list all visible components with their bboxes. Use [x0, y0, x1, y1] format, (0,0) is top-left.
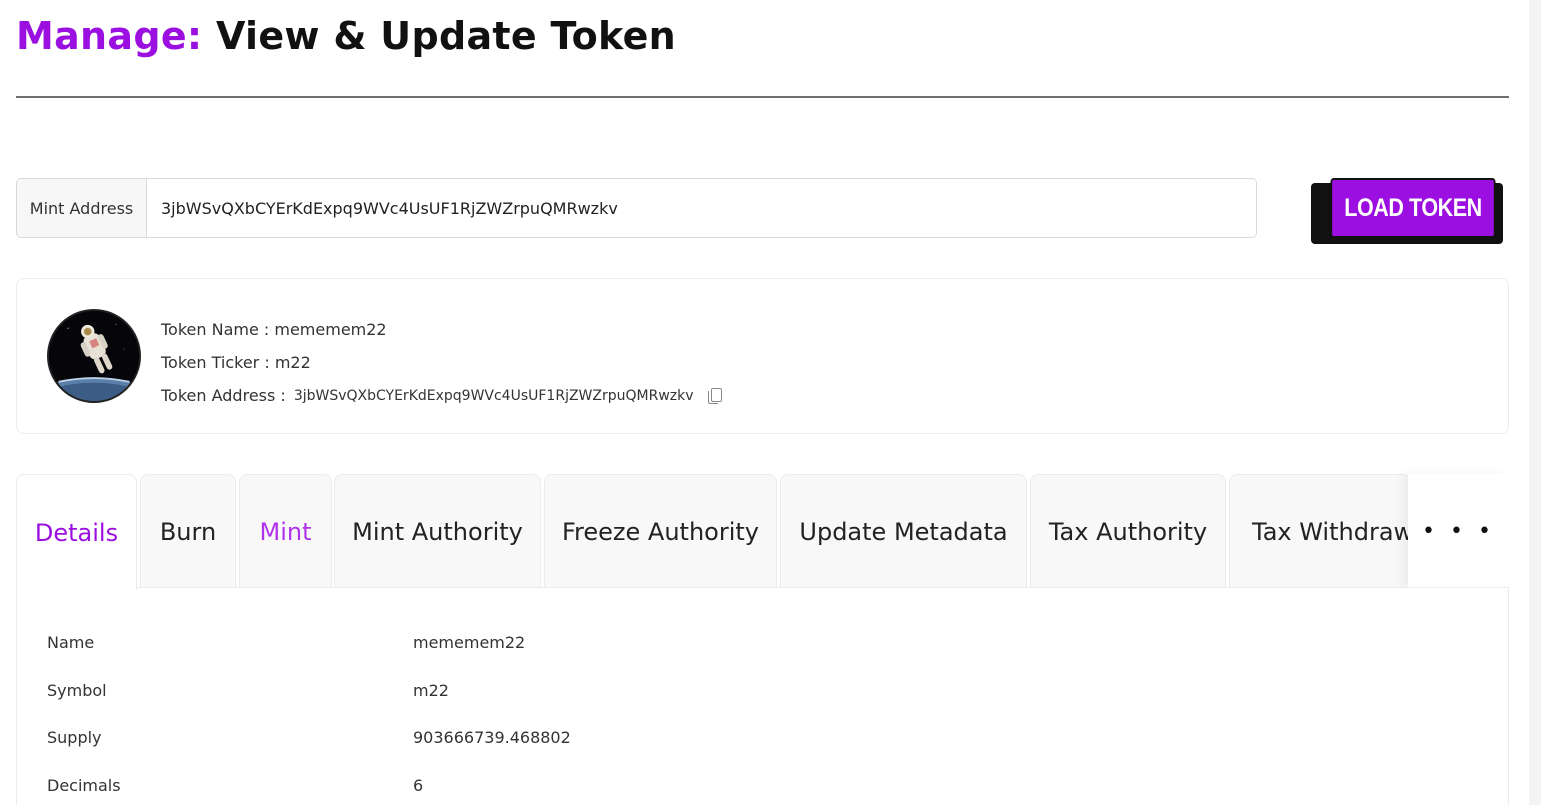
page-title-text: View & Update Token	[215, 14, 677, 58]
token-info: Token Name : mememem22 Token Ticker : m2…	[161, 313, 722, 412]
detail-key: Decimals	[47, 775, 121, 795]
detail-value: 6	[413, 775, 424, 795]
token-ticker-row: Token Ticker : m22	[161, 353, 311, 372]
tab-tax-authority[interactable]: Tax Authority	[1030, 474, 1226, 588]
detail-row-name: Name mememem22	[47, 630, 525, 654]
token-address-label: Token Address :	[161, 386, 286, 405]
tab-mint-authority[interactable]: Mint Authority	[334, 474, 541, 588]
detail-value: 903666739.468802	[413, 727, 571, 747]
mint-address-input[interactable]	[147, 179, 1256, 237]
page-scrollbar[interactable]	[1529, 0, 1541, 805]
mint-address-group: Mint Address	[16, 178, 1257, 238]
avatar-illustration	[49, 311, 139, 401]
token-name-row: Token Name : mememem22	[161, 320, 387, 339]
title-divider	[16, 96, 1509, 98]
detail-row-decimals: Decimals 6	[47, 773, 423, 797]
token-address-value: 3jbWSvQXbCYErKdExpq9WVc4UsUF1RjZWZrpuQMR…	[293, 387, 694, 404]
tab-tax-withdraw[interactable]: Tax Withdraw	[1229, 474, 1411, 588]
more-tabs-icon[interactable]: • • •	[1408, 474, 1509, 588]
load-token-button-wrap: LOAD TOKEN	[1311, 178, 1509, 244]
detail-row-symbol: Symbol m22	[47, 678, 449, 702]
tab-burn[interactable]: Burn	[140, 474, 236, 588]
page-title: Manage: View & Update Token	[16, 14, 676, 58]
detail-row-supply: Supply 903666739.468802	[47, 725, 571, 749]
detail-key: Supply	[47, 727, 102, 747]
detail-key: Name	[47, 632, 95, 652]
detail-value: mememem22	[413, 632, 526, 652]
details-panel: Name mememem22 Symbol m22 Supply 9036667…	[16, 587, 1509, 805]
mint-address-label: Mint Address	[17, 179, 147, 237]
tab-update-metadata[interactable]: Update Metadata	[780, 474, 1027, 588]
astronaut-image	[47, 309, 141, 403]
tab-freeze-authority[interactable]: Freeze Authority	[544, 474, 777, 588]
copy-icon[interactable]	[707, 388, 722, 404]
tab-mint[interactable]: Mint	[239, 474, 332, 588]
token-address-row: Token Address : 3jbWSvQXbCYErKdExpq9WVc4…	[161, 379, 722, 412]
tab-details[interactable]: Details	[16, 474, 137, 590]
token-tabs: Details Burn Mint Mint Authority Freeze …	[16, 474, 1509, 590]
page-title-accent: Manage:	[16, 14, 203, 58]
token-summary-card: Token Name : mememem22 Token Ticker : m2…	[16, 278, 1509, 434]
detail-key: Symbol	[47, 680, 107, 700]
load-token-button[interactable]: LOAD TOKEN	[1330, 178, 1496, 238]
detail-value: m22	[413, 680, 449, 700]
